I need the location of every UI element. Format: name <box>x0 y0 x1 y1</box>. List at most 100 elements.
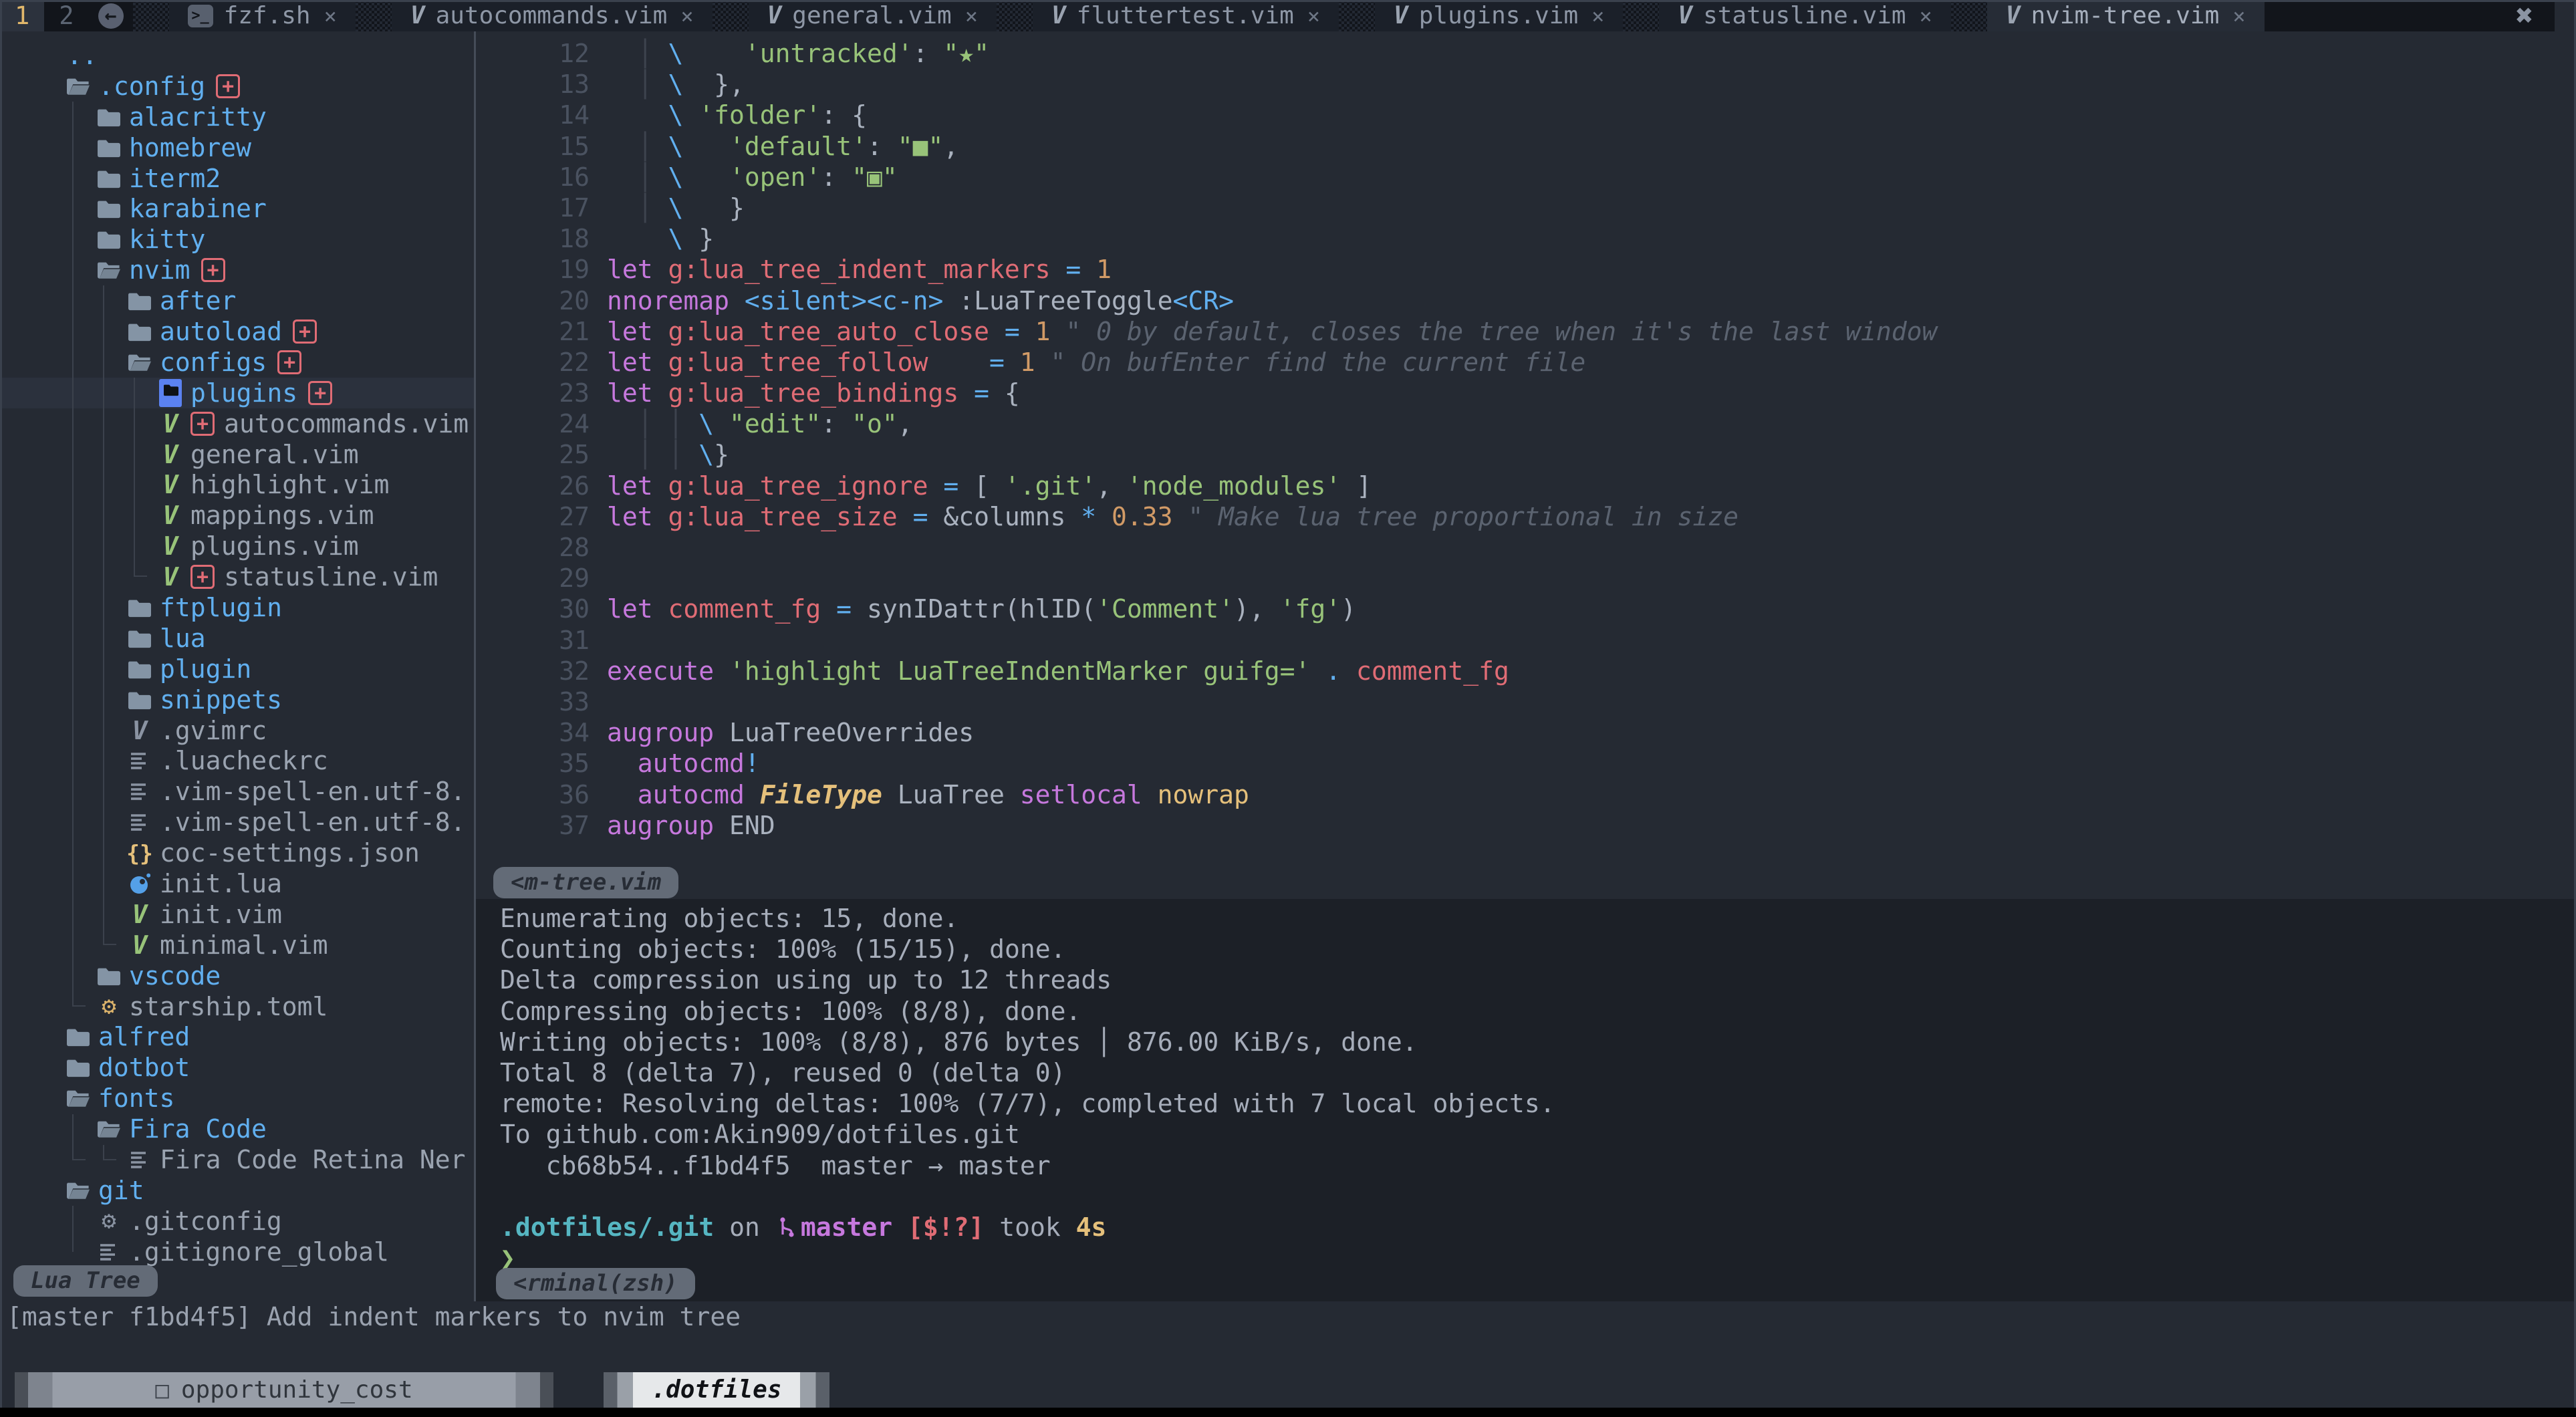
file-tree-sidebar[interactable]: ...config+alacrittyhomebrewiterm2karabin… <box>0 31 474 1301</box>
workspace-tab-2[interactable]: 2 <box>44 0 88 31</box>
tree-item-Fira Code[interactable]: Fira Code <box>0 1114 474 1144</box>
git-plus-badge: + <box>308 381 332 405</box>
tree-item-lua[interactable]: lua <box>0 623 474 654</box>
tree-item-fonts[interactable]: fonts <box>0 1083 474 1114</box>
tree-item-general.vim[interactable]: Vgeneral.vim <box>0 439 474 470</box>
tree-item-label: nvim <box>129 255 190 285</box>
tab-close-icon[interactable]: × <box>965 3 978 29</box>
git-plus-badge: + <box>277 350 301 374</box>
tree-item-.vim-spell-en.utf-8.[interactable]: .vim-spell-en.utf-8. <box>0 807 474 838</box>
tree-item-init.lua[interactable]: init.lua <box>0 868 474 899</box>
tab-close-icon[interactable]: × <box>2232 3 2245 29</box>
editor-line-22: 22let g:lua_tree_follow = 1 " On bufEnte… <box>476 347 2574 378</box>
tab-label: fzf.sh <box>224 2 311 29</box>
file-lines-icon <box>99 1242 119 1262</box>
tree-item-label: fonts <box>98 1083 174 1113</box>
tree-indent-guide <box>103 1145 104 1160</box>
git-branch-icon <box>778 1216 795 1240</box>
shell-prompt-line: .dotfiles/.git on master [$!?] took 4s <box>476 1212 2574 1243</box>
buffer-tab-autocommands.vim[interactable]: Vautocommands.vim× <box>392 0 713 31</box>
tree-item-coc-settings.json[interactable]: {}coc-settings.json <box>0 838 474 868</box>
tree-item-.vim-spell-en.utf-8.[interactable]: .vim-spell-en.utf-8. <box>0 776 474 807</box>
tab-close-icon[interactable]: × <box>1591 3 1604 29</box>
tree-item-..[interactable]: .. <box>0 40 474 71</box>
tree-item-nvim[interactable]: nvim+ <box>0 255 474 285</box>
tree-item-statusline.vim[interactable]: V+statusline.vim <box>0 561 474 592</box>
tabbar: 12←>_fzf.sh×Vautocommands.vim×Vgeneral.v… <box>0 0 2555 31</box>
vim-file-icon: V <box>159 440 182 469</box>
buffer-tab-nvim-tree.vim[interactable]: Vnvim-tree.vim× <box>1987 0 2265 31</box>
back-arrow-icon[interactable]: ← <box>98 3 124 29</box>
close-all-icon[interactable]: ✖ <box>2494 0 2555 31</box>
tmux-status-bar: □ opportunity_cost .dotfiles <box>0 1372 2576 1408</box>
tab-close-icon[interactable]: × <box>1920 3 1932 29</box>
tree-item-.gvimrc[interactable]: V.gvimrc <box>0 715 474 746</box>
tree-item-snippets[interactable]: snippets <box>0 684 474 715</box>
tree-item-karabiner[interactable]: karabiner <box>0 193 474 224</box>
file-lines-icon <box>130 1150 150 1170</box>
tree-item-homebrew[interactable]: homebrew <box>0 132 474 163</box>
tree-item-.config[interactable]: .config+ <box>0 71 474 102</box>
tree-indent-guide <box>72 1114 74 1160</box>
tree-item-label: karabiner <box>129 194 267 223</box>
tree-item-label: highlight.vim <box>190 470 389 499</box>
editor-line-13: 13 │ \ }, <box>476 69 2574 100</box>
tree-item-label: lua <box>160 624 206 653</box>
tab-close-icon[interactable]: × <box>680 3 693 29</box>
tree-item-.gitignore_global[interactable]: .gitignore_global <box>0 1237 474 1267</box>
tree-item-minimal.vim[interactable]: Vminimal.vim <box>0 930 474 960</box>
terminal-output-line: Total 8 (delta 7), reused 0 (delta 0) <box>476 1057 2574 1088</box>
tree-item-mappings.vim[interactable]: Vmappings.vim <box>0 500 474 531</box>
tree-item-autocommands.vim[interactable]: V+autocommands.vim <box>0 408 474 439</box>
tree-item-label: .gitconfig <box>129 1206 282 1236</box>
workspace-tab-1[interactable]: 1 <box>0 0 44 31</box>
tree-item-dotbot[interactable]: dotbot <box>0 1052 474 1083</box>
tree-item-alfred[interactable]: alfred <box>0 1022 474 1053</box>
tab-close-icon[interactable]: × <box>1307 3 1320 29</box>
shell-cursor-line[interactable]: ❯ <box>476 1243 2574 1273</box>
buffer-tab-fluttertest.vim[interactable]: Vfluttertest.vim× <box>1033 0 1339 31</box>
tree-item-starship.toml[interactable]: ⚙starship.toml <box>0 991 474 1022</box>
tree-item-.gitconfig[interactable]: ⚙.gitconfig <box>0 1206 474 1237</box>
tree-item-kitty[interactable]: kitty <box>0 224 474 255</box>
tree-item-vscode[interactable]: vscode <box>0 960 474 991</box>
editor-line-29: 29 <box>476 563 2574 594</box>
tree-item-plugin[interactable]: plugin <box>0 654 474 684</box>
tree-item-after[interactable]: after <box>0 285 474 316</box>
tree-item-plugins[interactable]: plugins+ <box>0 378 474 408</box>
editor-pane[interactable]: 12 │ \ 'untracked': "★"13 │ \ },14 \ 'fo… <box>476 31 2574 899</box>
tree-item-autoload[interactable]: autoload+ <box>0 316 474 347</box>
tree-item-ftplugin[interactable]: ftplugin <box>0 592 474 623</box>
tree-item-highlight.vim[interactable]: Vhighlight.vim <box>0 469 474 500</box>
tree-item-configs[interactable]: configs+ <box>0 347 474 378</box>
tree-item-iterm2[interactable]: iterm2 <box>0 163 474 194</box>
editor-line-24: 24 │ │ \ "edit": "o", <box>476 408 2574 439</box>
buffer-tab-general.vim[interactable]: Vgeneral.vim× <box>749 0 997 31</box>
tab-label: autocommands.vim <box>436 2 668 29</box>
buffer-tab-statusline.vim[interactable]: Vstatusline.vim× <box>1659 0 1950 31</box>
terminal-pane[interactable]: Enumerating objects: 15, done.Counting o… <box>476 899 2574 1301</box>
folder-open-icon <box>67 1180 90 1200</box>
window-split-separator[interactable] <box>474 31 476 1301</box>
editor-winbar-pill: <m-tree.vim <box>493 867 678 898</box>
tmux-window-dotfiles[interactable]: .dotfiles <box>604 1372 829 1408</box>
editor-line-32: 32execute 'highlight LuaTreeIndentMarker… <box>476 656 2574 686</box>
tree-item-git[interactable]: git <box>0 1175 474 1206</box>
prompt-branch: master <box>801 1212 908 1242</box>
buffer-tab-plugins.vim[interactable]: Vplugins.vim× <box>1375 0 1623 31</box>
cursor-folder-icon <box>159 379 182 407</box>
tmux-window-opportunity-cost[interactable]: □ opportunity_cost <box>15 1372 553 1408</box>
tree-item-label: plugins.vim <box>190 531 359 561</box>
tab-close-icon[interactable]: × <box>324 3 337 29</box>
buffer-tab-fzf.sh[interactable]: >_fzf.sh× <box>169 0 356 31</box>
tree-item-init.vim[interactable]: Vinit.vim <box>0 899 474 930</box>
line-number: 37 <box>476 810 590 841</box>
line-number: 12 <box>476 38 590 69</box>
tree-item-alacritty[interactable]: alacritty <box>0 102 474 132</box>
tmux-window-label: opportunity_cost <box>181 1376 413 1404</box>
tree-item-Fira Code Retina Ner[interactable]: Fira Code Retina Ner <box>0 1144 474 1175</box>
tree-item-label: .vim-spell-en.utf-8. <box>160 777 466 806</box>
tree-item-.luacheckrc[interactable]: .luacheckrc <box>0 745 474 776</box>
tree-item-plugins.vim[interactable]: Vplugins.vim <box>0 531 474 561</box>
window-flag-icon: □ <box>155 1377 168 1404</box>
